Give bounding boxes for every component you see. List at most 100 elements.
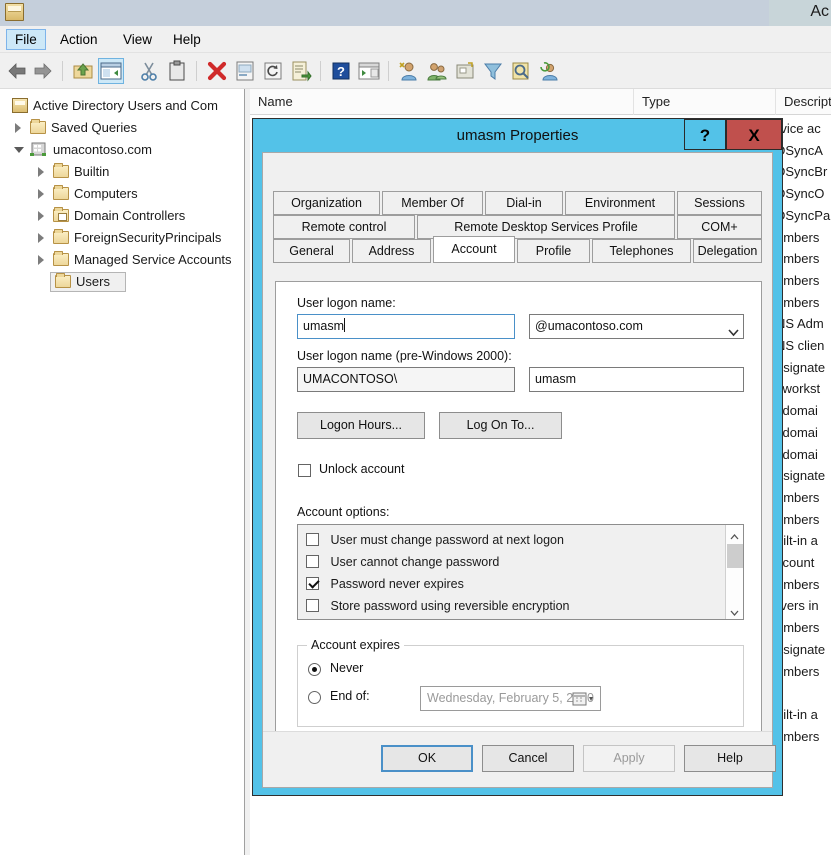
ok-button[interactable]: OK: [381, 745, 473, 772]
help-icon[interactable]: ?: [330, 60, 352, 82]
account-expires-date-picker[interactable]: Wednesday, February 5, 2020: [420, 686, 601, 711]
chevron-right-icon[interactable]: [38, 189, 44, 199]
listview-row[interactable]: embers: [776, 487, 831, 509]
refresh-icon[interactable]: [262, 60, 284, 82]
menu-file[interactable]: File: [6, 29, 46, 50]
delete-icon[interactable]: [206, 60, 228, 82]
tab-dial-in[interactable]: Dial-in: [485, 191, 563, 215]
add-to-group-icon[interactable]: [538, 60, 560, 82]
listview-row[interactable]: embers: [776, 292, 831, 314]
listview-row[interactable]: embers: [776, 227, 831, 249]
chevron-right-icon[interactable]: [15, 123, 21, 133]
upn-suffix-combobox[interactable]: @umacontoso.com: [529, 314, 744, 339]
up-one-level-icon[interactable]: [72, 60, 94, 82]
tab-member-of[interactable]: Member Of: [382, 191, 483, 215]
listview-row[interactable]: embers: [776, 509, 831, 531]
new-user-icon[interactable]: [398, 60, 420, 82]
account-expires-never-radio[interactable]: [308, 663, 321, 676]
tab-telephones[interactable]: Telephones: [592, 239, 691, 263]
logon-hours-button[interactable]: Logon Hours...: [297, 412, 425, 439]
pre-windows-2000-domain-input[interactable]: UMACONTOSO\: [297, 367, 515, 392]
cancel-button[interactable]: Cancel: [482, 745, 574, 772]
chevron-right-icon[interactable]: [38, 255, 44, 265]
chevron-down-icon[interactable]: [14, 147, 24, 153]
filter-icon[interactable]: [482, 60, 504, 82]
listview-row[interactable]: DSyncBr: [776, 161, 831, 183]
paste-icon[interactable]: [166, 60, 188, 82]
export-list-icon[interactable]: [290, 60, 312, 82]
menu-view[interactable]: View: [115, 29, 160, 50]
help-button[interactable]: Help: [684, 745, 776, 772]
scroll-down-button[interactable]: [726, 601, 743, 619]
account-option-row[interactable]: User must change password at next logon: [306, 529, 564, 551]
listview-row[interactable]: esignate: [776, 357, 831, 379]
unlock-account-checkbox[interactable]: [298, 464, 311, 477]
listview-row[interactable]: l workst: [776, 378, 831, 400]
cut-icon[interactable]: [138, 60, 160, 82]
listview-row[interactable]: ccount: [776, 552, 831, 574]
chevron-right-icon[interactable]: [38, 167, 44, 177]
listview-row[interactable]: embers: [776, 661, 831, 683]
properties-icon[interactable]: [234, 60, 256, 82]
listview-row[interactable]: embers: [776, 248, 831, 270]
account-option-row[interactable]: Store password using reversible encrypti…: [306, 595, 570, 617]
user-logon-name-input[interactable]: umasm: [297, 314, 515, 339]
listview-row[interactable]: NS Adm: [776, 313, 831, 335]
show-hide-console-tree-icon[interactable]: [98, 58, 124, 84]
option-checkbox[interactable]: [306, 577, 319, 590]
listview-row[interactable]: NS clien: [776, 335, 831, 357]
listview-row[interactable]: embers: [776, 270, 831, 292]
option-checkbox[interactable]: [306, 533, 319, 546]
listview-column-type[interactable]: Type: [634, 89, 776, 115]
menu-help[interactable]: Help: [165, 29, 209, 50]
option-checkbox[interactable]: [306, 555, 319, 568]
tab-delegation[interactable]: Delegation: [693, 239, 762, 263]
tab-sessions[interactable]: Sessions: [677, 191, 762, 215]
back-icon[interactable]: [6, 60, 28, 82]
account-option-row[interactable]: User cannot change password: [306, 551, 499, 573]
listview-row[interactable]: l domai: [776, 400, 831, 422]
tab-organization[interactable]: Organization: [273, 191, 380, 215]
listview-row[interactable]: DSyncA: [776, 140, 831, 162]
pre-windows-2000-name-input[interactable]: umasm: [529, 367, 744, 392]
chevron-right-icon[interactable]: [38, 233, 44, 243]
listview-row[interactable]: l domai: [776, 422, 831, 444]
scroll-up-button[interactable]: [726, 525, 743, 543]
account-options-list[interactable]: User must change password at next logon …: [297, 524, 744, 620]
listview-row[interactable]: [776, 682, 831, 704]
dialog-help-button[interactable]: ?: [684, 119, 726, 150]
listview-row[interactable]: embers: [776, 574, 831, 596]
tab-address[interactable]: Address: [352, 239, 431, 263]
listview-row[interactable]: esignate: [776, 465, 831, 487]
listview-row[interactable]: embers: [776, 726, 831, 748]
listview-row[interactable]: embers: [776, 617, 831, 639]
tab-environment[interactable]: Environment: [565, 191, 675, 215]
tab-com-plus[interactable]: COM+: [677, 215, 762, 239]
listview-row[interactable]: l domai: [776, 444, 831, 466]
listview-column-name[interactable]: Name: [250, 89, 634, 115]
listview-row[interactable]: rvice ac: [776, 118, 831, 140]
account-expires-endof-radio[interactable]: [308, 691, 321, 704]
console-tree-pane[interactable]: Active Directory Users and Com Saved Que…: [0, 89, 245, 855]
tab-account[interactable]: Account: [433, 236, 515, 263]
new-container-icon[interactable]: [454, 60, 476, 82]
log-on-to-button[interactable]: Log On To...: [439, 412, 562, 439]
dialog-close-button[interactable]: X: [726, 119, 782, 150]
forward-icon[interactable]: [32, 60, 54, 82]
show-hide-action-pane-icon[interactable]: [358, 60, 380, 82]
account-options-scrollbar[interactable]: [725, 525, 743, 619]
menu-action[interactable]: Action: [52, 29, 106, 50]
listview-row[interactable]: DSyncPa: [776, 205, 831, 227]
listview-row[interactable]: uilt-in a: [776, 704, 831, 726]
tab-remote-control[interactable]: Remote control: [273, 215, 415, 239]
account-option-row[interactable]: Password never expires: [306, 573, 464, 595]
chevron-right-icon[interactable]: [38, 211, 44, 221]
listview-row[interactable]: esignate: [776, 639, 831, 661]
find-icon[interactable]: [510, 60, 532, 82]
listview-row[interactable]: DSyncO: [776, 183, 831, 205]
tab-general[interactable]: General: [273, 239, 350, 263]
tab-profile[interactable]: Profile: [517, 239, 590, 263]
scrollbar-thumb[interactable]: [727, 544, 743, 568]
calendar-dropdown-icon[interactable]: [572, 691, 596, 707]
option-checkbox[interactable]: [306, 599, 319, 612]
